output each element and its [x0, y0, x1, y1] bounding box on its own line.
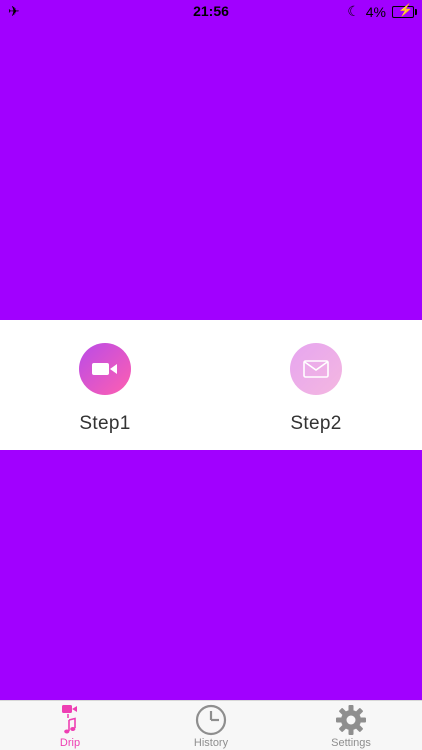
gear-icon: [335, 703, 367, 737]
battery-icon: ⚡: [392, 3, 417, 18]
status-right: ☾ 4% ⚡: [347, 3, 417, 20]
clock-icon: [195, 703, 227, 737]
step1-circle[interactable]: [79, 343, 131, 395]
tab-history-label: History: [193, 737, 229, 749]
tab-bar: Drip History Settings: [0, 700, 422, 750]
bottom-content-area: [0, 450, 422, 700]
step1-label: Step1: [79, 413, 131, 434]
tab-drip-label: Drip: [59, 737, 81, 749]
tab-settings-label: Settings: [331, 737, 371, 749]
envelope-icon: [303, 360, 329, 378]
top-content-area: [0, 22, 422, 320]
step2-label: Step2: [290, 413, 342, 434]
tab-drip[interactable]: Drip: [25, 703, 115, 749]
step2-circle[interactable]: [290, 343, 342, 395]
step1-button[interactable]: Step1: [45, 343, 165, 435]
steps-panel: Step1 Step2: [0, 320, 422, 450]
tab-history[interactable]: History: [166, 703, 256, 749]
video-camera-icon: [92, 363, 117, 375]
tab-settings[interactable]: Settings: [306, 703, 396, 749]
drip-icon: [60, 703, 80, 737]
moon-icon: ☾: [347, 3, 360, 19]
status-bar: ✈ 21:56 ☾ 4% ⚡: [0, 0, 422, 22]
step2-button[interactable]: Step2: [256, 343, 376, 435]
battery-percent: 4%: [365, 3, 386, 20]
